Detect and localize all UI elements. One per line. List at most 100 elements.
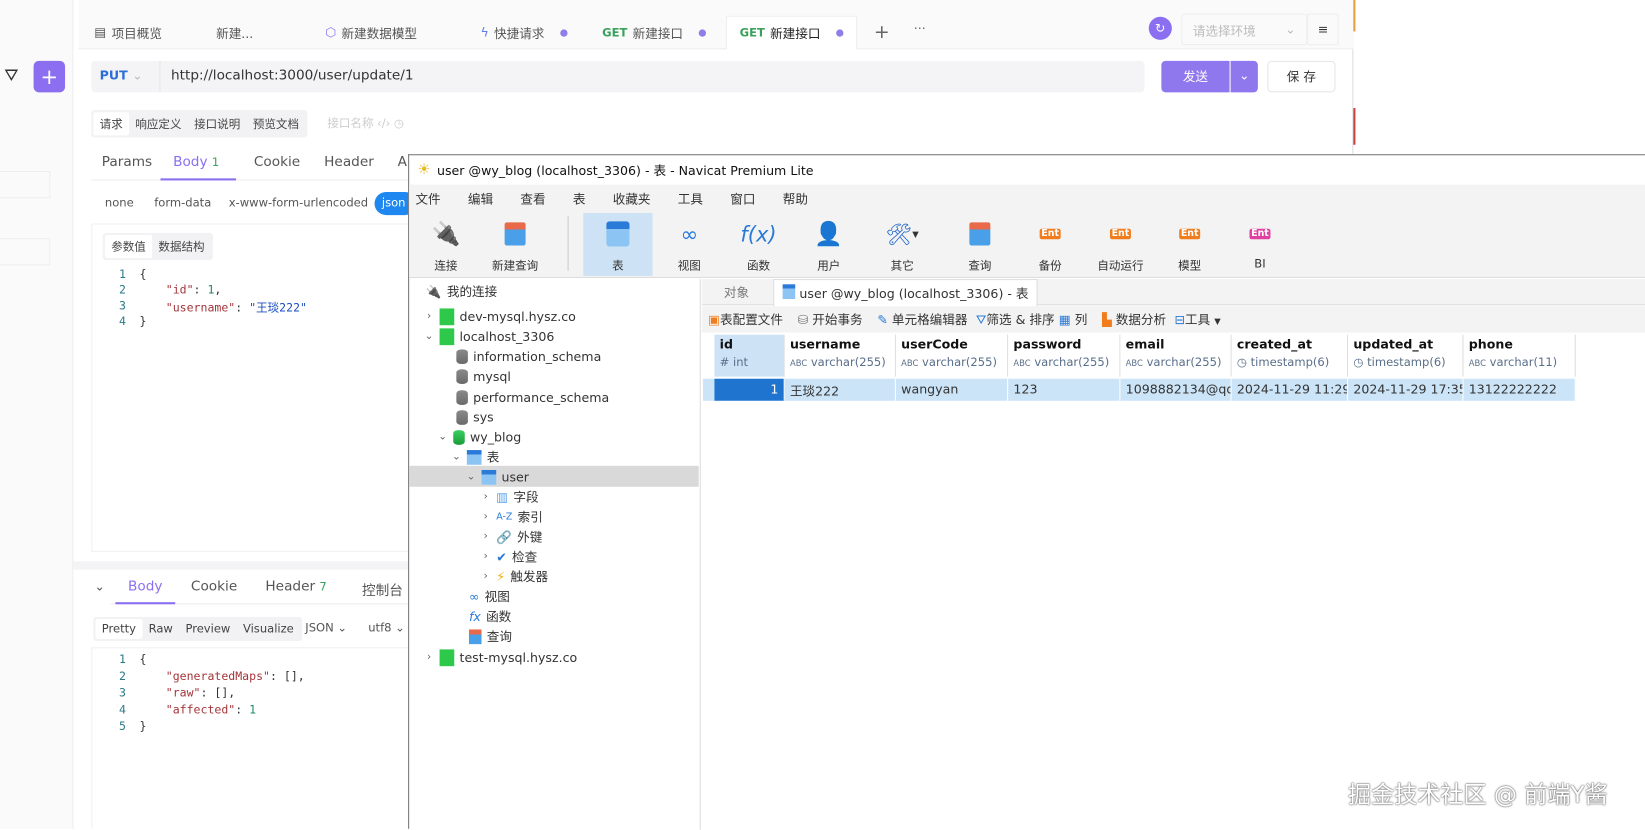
body-type-form-data[interactable]: form-data xyxy=(154,196,211,210)
tree-queries[interactable]: 查询 xyxy=(468,626,512,646)
chevron-right-icon[interactable]: › xyxy=(424,311,434,323)
toolbar-query[interactable]: 查询 xyxy=(945,213,1014,276)
tree-functions[interactable]: fx 函数 xyxy=(469,606,511,626)
menu-icon[interactable]: ≡ xyxy=(1307,13,1339,46)
view-pretty[interactable]: Pretty xyxy=(95,618,143,639)
tab-request[interactable]: 请求 xyxy=(93,112,130,136)
save-button[interactable]: 保 存 xyxy=(1267,60,1336,93)
table-cell[interactable]: 王琰222 xyxy=(784,378,896,401)
toolbar-other[interactable]: 🛠 ▼ 其它 xyxy=(868,213,937,276)
chevron-right-icon[interactable]: › xyxy=(480,551,490,563)
tree-database[interactable]: sys xyxy=(456,407,494,427)
add-button[interactable]: + xyxy=(33,60,66,93)
sidebar-input[interactable] xyxy=(0,238,51,266)
tools-button[interactable]: ⊟工具 ▼ xyxy=(1175,311,1221,329)
tab-new-model[interactable]: ⬡ 新建数据模型 xyxy=(313,16,430,50)
chevron-right-icon[interactable]: › xyxy=(480,491,490,503)
columns-button[interactable]: ▦ 列 xyxy=(1059,311,1088,329)
tab-api-doc[interactable]: 接口说明 xyxy=(188,112,247,135)
tree-checks[interactable]: › ✔ 检查 xyxy=(480,547,538,567)
toolbar-function[interactable]: f(x) 函数 xyxy=(724,213,793,276)
tab-console[interactable]: 控制台 xyxy=(362,579,403,599)
chevron-down-icon[interactable]: ⌄ xyxy=(437,431,447,443)
menu-table[interactable]: 表 xyxy=(573,192,586,207)
method-select[interactable]: PUT ⌄ xyxy=(91,60,161,93)
tree-fields[interactable]: › ▥ 字段 xyxy=(480,487,539,507)
tab-params[interactable]: Params xyxy=(102,154,152,170)
tab-param-values[interactable]: 参数值 xyxy=(104,234,153,259)
table-cell[interactable]: 13122222222 xyxy=(1463,378,1576,401)
tab-overview[interactable]: ▤ 项目概览 xyxy=(82,16,175,50)
tab-quick-request[interactable]: ϟ 快捷请求 xyxy=(468,16,580,50)
view-raw[interactable]: Raw xyxy=(142,619,179,639)
column-header-username[interactable]: username ABC varchar(255) xyxy=(784,334,896,377)
tab-new[interactable]: 新建... xyxy=(204,16,266,50)
column-header-usercode[interactable]: userCode ABC varchar(255) xyxy=(895,334,1009,377)
send-options-button[interactable]: ⌄ xyxy=(1230,60,1258,93)
table-cell[interactable]: 2024-11-29 17:35: xyxy=(1348,378,1464,401)
add-tab-icon[interactable]: + xyxy=(874,21,890,43)
body-type-urlencoded[interactable]: x-www-form-urlencoded xyxy=(229,196,368,210)
tree-connection[interactable]: ⌄ localhost_3306 xyxy=(424,326,554,346)
table-cell[interactable]: wangyan xyxy=(895,378,1009,401)
table-cell[interactable]: 123 xyxy=(1008,378,1121,401)
tab-response-def[interactable]: 响应定义 xyxy=(129,112,188,135)
tab-cookie[interactable]: Cookie xyxy=(254,154,300,170)
menu-help[interactable]: 帮助 xyxy=(783,192,808,207)
url-input[interactable]: http://localhost:3000/user/update/1 xyxy=(171,68,414,84)
toolbar-automation[interactable]: Ent 自动运行 xyxy=(1086,213,1155,276)
tree-database-open[interactable]: ⌄ wy_blog xyxy=(437,427,521,447)
tab-preview-doc[interactable]: 预览文档 xyxy=(247,112,306,135)
data-analysis-button[interactable]: ▙ 数据分析 xyxy=(1102,311,1166,329)
table-profile-button[interactable]: ▣表配置文件 xyxy=(708,311,783,329)
api-name-input[interactable]: 接口名称 ‹/› ◷ xyxy=(327,114,404,131)
cell-editor-button[interactable]: ✎ 单元格编辑器 xyxy=(877,311,967,329)
more-icon[interactable]: ··· xyxy=(914,21,926,36)
tree-tables[interactable]: ⌄ 表 xyxy=(451,447,499,467)
column-header-password[interactable]: password ABC varchar(255) xyxy=(1008,334,1121,377)
tree-root[interactable]: 🔌 我的连接 xyxy=(426,281,497,301)
toolbar-model[interactable]: Ent 模型 xyxy=(1155,213,1224,276)
send-button[interactable]: 发送 xyxy=(1161,60,1230,93)
tree-triggers[interactable]: › ⚡ 触发器 xyxy=(480,567,548,587)
column-header-id[interactable]: id # int xyxy=(714,334,785,377)
chevron-right-icon[interactable]: › xyxy=(480,531,490,543)
view-preview[interactable]: Preview xyxy=(179,619,237,639)
menu-file[interactable]: 文件 xyxy=(415,192,440,207)
menu-view[interactable]: 查看 xyxy=(520,192,545,207)
tree-database[interactable]: performance_schema xyxy=(456,387,609,407)
tab-auth[interactable]: A xyxy=(398,154,407,170)
chevron-down-icon[interactable]: ⌄ xyxy=(466,471,476,483)
column-header-updated-at[interactable]: updated_at ◷ timestamp(6) xyxy=(1348,334,1464,377)
tab-header[interactable]: Header xyxy=(324,154,374,170)
menu-tools[interactable]: 工具 xyxy=(678,192,703,207)
tab-user-table[interactable]: user @wy_blog (localhost_3306) - 表 xyxy=(773,279,1038,307)
table-cell[interactable]: 2024-11-29 11:29: xyxy=(1231,378,1349,401)
chevron-right-icon[interactable]: › xyxy=(480,571,490,583)
tree-connection[interactable]: › test-mysql.hysz.co xyxy=(424,647,577,667)
tab-body[interactable]: Body 1 xyxy=(160,147,237,181)
column-header-phone[interactable]: phone ABC varchar(11) xyxy=(1463,334,1576,377)
chevron-right-icon[interactable]: › xyxy=(424,651,434,663)
body-type-none[interactable]: none xyxy=(105,196,134,210)
tree-database[interactable]: information_schema xyxy=(456,346,601,366)
chevron-down-icon[interactable]: ⌄ xyxy=(451,451,461,463)
toolbar-connect[interactable]: 🔌 连接 xyxy=(411,213,480,276)
collapse-icon[interactable]: ⌄ xyxy=(94,579,105,594)
table-cell[interactable]: 1098882134@qq. xyxy=(1120,378,1232,401)
format-select[interactable]: JSON ⌄ xyxy=(305,621,347,635)
tree-connection[interactable]: › dev-mysql.hysz.co xyxy=(424,306,576,326)
chevron-right-icon[interactable]: › xyxy=(480,511,490,523)
tab-get-new-api[interactable]: GET 新建接口 xyxy=(590,16,719,50)
encoding-select[interactable]: utf8 ⌄ xyxy=(368,621,405,635)
tab-data-structure[interactable]: 数据结构 xyxy=(152,235,211,258)
sync-icon[interactable]: ↻ xyxy=(1148,16,1172,40)
tab-resp-cookie[interactable]: Cookie xyxy=(191,579,237,595)
tab-get-new-api-active[interactable]: GET 新建接口 xyxy=(725,15,858,50)
tree-indexes[interactable]: › A-Z 索引 xyxy=(480,507,543,527)
column-header-email[interactable]: email ABC varchar(255) xyxy=(1120,334,1232,377)
chevron-down-icon[interactable]: ⌄ xyxy=(424,330,434,342)
menu-favorites[interactable]: 收藏夹 xyxy=(613,192,651,207)
toolbar-view[interactable]: ∞ 视图 xyxy=(655,213,724,276)
toolbar-new-query[interactable]: 新建查询 xyxy=(480,213,549,276)
